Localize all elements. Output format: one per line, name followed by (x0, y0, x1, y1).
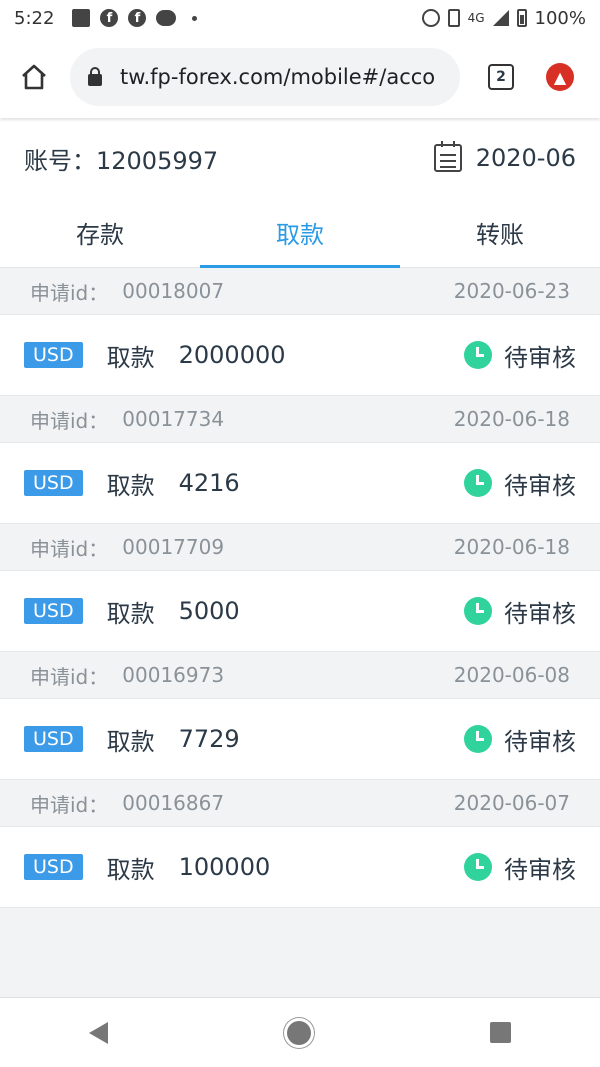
currency-badge: USD (24, 342, 83, 368)
lock-icon (88, 67, 102, 86)
alarm-icon (421, 9, 440, 27)
facebook-icon: f (128, 9, 147, 27)
record-status: 待审核 (464, 338, 576, 373)
battery-icon (516, 9, 527, 27)
record-amount: 2000000 (178, 341, 286, 369)
withdrawal-list: 申请id： 00018007 2020-06-23 USD 取款 2000000… (0, 268, 600, 908)
facebook-icon: f (100, 9, 119, 27)
request-id: 00016867 (122, 791, 225, 815)
record-status: 待审核 (464, 722, 576, 757)
record-type: 取款 (106, 343, 155, 372)
network-type: 4G (467, 11, 485, 25)
recent-apps-icon[interactable] (489, 1022, 511, 1043)
record-type: 取款 (106, 599, 155, 628)
browser-toolbar: tw.fp-forex.com/mobile#/acco 2 ▲ (0, 36, 600, 118)
update-button[interactable]: ▲ (546, 63, 574, 91)
record-header: 申请id： 00017709 2020-06-18 (0, 524, 600, 571)
vibrate-icon (447, 9, 460, 27)
more-notifications-icon (192, 15, 198, 21)
status-label: 待审核 (504, 855, 576, 884)
request-id-label: 申请id： (30, 664, 109, 689)
request-id: 00016973 (122, 663, 225, 687)
record-status: 待审核 (464, 466, 576, 501)
record-header: 申请id： 00016973 2020-06-08 (0, 652, 600, 699)
back-icon[interactable] (89, 1021, 109, 1044)
signal-icon (492, 10, 509, 26)
currency-badge: USD (24, 470, 83, 496)
tab-transfer[interactable]: 转账 (400, 198, 600, 267)
home-button[interactable] (14, 57, 54, 97)
list-item[interactable]: USD 取款 2000000 待审核 (0, 315, 600, 396)
request-id: 00017709 (122, 535, 225, 559)
account-number: 账号：12005997 (24, 146, 219, 175)
date-picker[interactable]: 2020-06 (433, 141, 576, 172)
request-id-label: 申请id： (30, 792, 109, 817)
currency-badge: USD (24, 726, 83, 752)
record-status: 待审核 (464, 594, 576, 629)
status-label: 待审核 (504, 471, 576, 500)
request-id: 00017734 (122, 407, 225, 431)
account-header: 账号：12005997 2020-06 (0, 118, 600, 198)
record-header: 申请id： 00018007 2020-06-23 (0, 268, 600, 315)
request-id-label: 申请id： (30, 408, 109, 433)
status-label: 待审核 (504, 727, 576, 756)
record-amount: 4216 (178, 469, 240, 497)
clock-icon (464, 725, 492, 753)
battery-level: 100% (534, 7, 586, 29)
record-amount: 7729 (178, 725, 240, 753)
selected-month: 2020-06 (475, 144, 576, 172)
arrow-up-icon: ▲ (553, 67, 567, 87)
record-amount: 100000 (178, 853, 271, 881)
notification-app-icon (72, 9, 91, 27)
clock-icon (464, 341, 492, 369)
record-date: 2020-06-18 (453, 535, 570, 559)
record-header: 申请id： 00016867 2020-06-07 (0, 780, 600, 827)
record-date: 2020-06-07 (453, 791, 570, 815)
request-id-label: 申请id： (30, 536, 109, 561)
home-icon (22, 64, 46, 90)
status-time: 5:22 (14, 7, 55, 29)
home-circle-icon[interactable] (286, 1020, 311, 1045)
currency-badge: USD (24, 598, 83, 624)
record-date: 2020-06-23 (453, 279, 570, 303)
record-amount: 5000 (178, 597, 240, 625)
wechat-icon (156, 10, 177, 26)
list-item[interactable]: USD 取款 4216 待审核 (0, 443, 600, 524)
list-item[interactable]: USD 取款 5000 待审核 (0, 571, 600, 652)
record-header: 申请id： 00017734 2020-06-18 (0, 396, 600, 443)
calendar-icon (433, 141, 462, 172)
record-type: 取款 (106, 855, 155, 884)
request-id: 00018007 (122, 279, 225, 303)
transaction-tabs: 存款 取款 转账 (0, 198, 600, 268)
status-label: 待审核 (504, 343, 576, 372)
record-type: 取款 (106, 727, 155, 756)
clock-icon (464, 853, 492, 881)
record-date: 2020-06-18 (453, 407, 570, 431)
status-label: 待审核 (504, 599, 576, 628)
tab-withdraw[interactable]: 取款 (200, 198, 400, 268)
tab-switcher-button[interactable]: 2 (488, 64, 514, 90)
clock-icon (464, 469, 492, 497)
status-bar: 5:22 f f 4G 100% (0, 0, 600, 36)
request-id-label: 申请id： (30, 280, 109, 305)
tab-deposit[interactable]: 存款 (0, 198, 200, 267)
system-nav-bar (0, 997, 600, 1067)
url-text: tw.fp-forex.com/mobile#/acco (120, 65, 436, 89)
record-date: 2020-06-08 (453, 663, 570, 687)
list-item[interactable]: USD 取款 100000 待审核 (0, 827, 600, 908)
list-item[interactable]: USD 取款 7729 待审核 (0, 699, 600, 780)
clock-icon (464, 597, 492, 625)
currency-badge: USD (24, 854, 83, 880)
record-status: 待审核 (464, 850, 576, 885)
record-type: 取款 (106, 471, 155, 500)
address-bar[interactable]: tw.fp-forex.com/mobile#/acco (70, 48, 460, 106)
